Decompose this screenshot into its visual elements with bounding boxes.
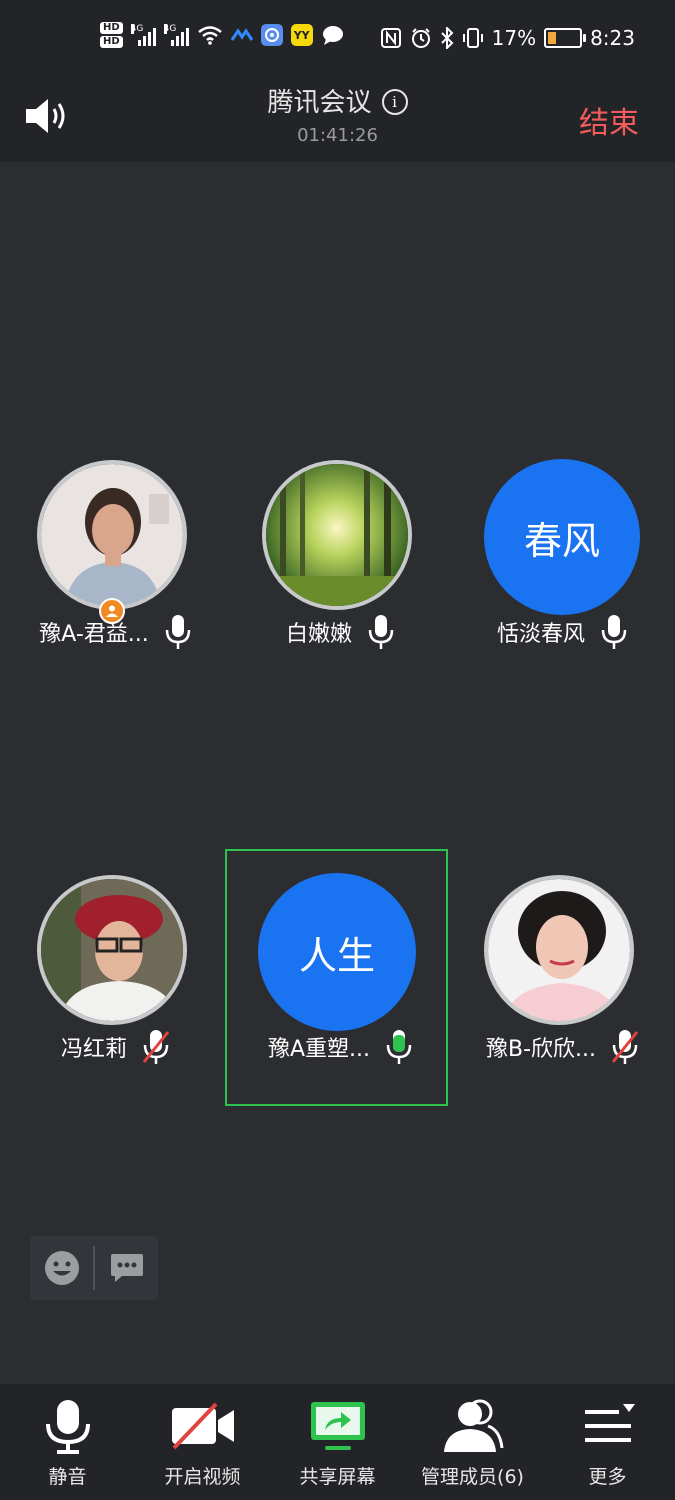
members-icon bbox=[443, 1399, 503, 1452]
participant-tile[interactable]: 人生 豫A重塑... bbox=[240, 859, 440, 1089]
more-button[interactable]: 更多 bbox=[540, 1384, 675, 1500]
meeting-header: 腾讯会议 i 01:41:26 bbox=[0, 82, 675, 146]
mute-label: 静音 bbox=[48, 1466, 87, 1488]
network-type-1: 4G bbox=[130, 24, 144, 34]
wifi-icon bbox=[197, 26, 222, 45]
alarm-icon bbox=[411, 28, 430, 48]
participant-tile[interactable]: 豫A-君益... bbox=[15, 444, 215, 674]
participant-avatar bbox=[484, 875, 634, 1025]
yy-app-icon: YY bbox=[290, 24, 313, 46]
end-meeting-button[interactable]: 结束 bbox=[579, 98, 639, 142]
participant-name: 豫B-欣欣... bbox=[485, 1037, 596, 1062]
participant-tile[interactable]: 白嫩嫩 bbox=[240, 444, 440, 674]
bottom-toolbar: 静音 开启视频 共享屏幕 管理成员(6) 更多 bbox=[0, 1384, 675, 1500]
microphone-icon bbox=[368, 615, 394, 649]
emoji-icon[interactable] bbox=[44, 1250, 80, 1286]
start-video-label: 开启视频 bbox=[164, 1466, 241, 1488]
divider bbox=[93, 1246, 95, 1290]
vibrate-icon bbox=[462, 28, 483, 48]
participant-avatar bbox=[262, 460, 412, 610]
microphone-muted-icon bbox=[143, 1030, 169, 1064]
network-type-2: 4G bbox=[163, 24, 177, 34]
hd1-label: HD bbox=[100, 22, 123, 34]
microphone-icon bbox=[45, 1400, 90, 1454]
share-screen-icon bbox=[310, 1402, 365, 1450]
chat-icon[interactable] bbox=[110, 1252, 144, 1284]
participant-name: 冯红莉 bbox=[60, 1037, 127, 1062]
participant-name: 恬淡春风 bbox=[496, 622, 585, 647]
participant-name: 豫A-君益... bbox=[39, 622, 149, 647]
hd-indicators: HD HD bbox=[100, 22, 123, 48]
microphone-muted-icon bbox=[612, 1030, 638, 1064]
status-bar: HD HD 4G 4G YY 17% 8:23 bbox=[0, 0, 675, 80]
participant-avatar bbox=[37, 460, 187, 610]
bluetooth-icon bbox=[440, 27, 454, 49]
microphone-icon bbox=[165, 615, 190, 649]
more-label: 更多 bbox=[588, 1466, 627, 1488]
participant-name: 豫A重塑... bbox=[267, 1037, 371, 1062]
share-screen-button[interactable]: 共享屏幕 bbox=[270, 1384, 405, 1500]
reaction-chat-bar bbox=[30, 1236, 158, 1300]
participant-name: 白嫩嫩 bbox=[285, 622, 352, 647]
participant-tile[interactable]: 冯红莉 bbox=[15, 859, 215, 1089]
microphone-speaking-icon bbox=[386, 1030, 412, 1064]
more-menu-icon bbox=[584, 1404, 635, 1442]
manage-members-button[interactable]: 管理成员(6) bbox=[405, 1384, 540, 1500]
meeting-title[interactable]: 腾讯会议 bbox=[267, 88, 371, 118]
participant-tile[interactable]: 豫B-欣欣... bbox=[462, 859, 662, 1089]
signal-icon: 4G bbox=[163, 24, 189, 46]
meeting-timer: 01:41:26 bbox=[297, 125, 378, 146]
app-wave-icon bbox=[230, 28, 253, 41]
participant-tile[interactable]: 春风 恬淡春风 bbox=[462, 444, 662, 674]
nfc-icon bbox=[380, 28, 401, 48]
battery-icon bbox=[544, 28, 587, 48]
music-app-icon bbox=[260, 24, 283, 46]
manage-members-label: 管理成员(6) bbox=[421, 1466, 524, 1488]
hd2-label: HD bbox=[100, 36, 123, 48]
share-screen-label: 共享屏幕 bbox=[299, 1466, 376, 1488]
participant-avatar: 人生 bbox=[258, 873, 416, 1031]
signal-icon: 4G bbox=[130, 24, 156, 46]
participant-avatar: 春风 bbox=[484, 459, 640, 615]
top-bar: HD HD 4G 4G YY 17% 8:23 腾讯会议 i 01:41:26 … bbox=[0, 0, 675, 162]
video-off-icon bbox=[171, 1402, 234, 1450]
mute-button[interactable]: 静音 bbox=[0, 1384, 135, 1500]
participant-avatar bbox=[37, 875, 187, 1025]
chat-bubble-icon bbox=[322, 26, 343, 45]
microphone-icon bbox=[601, 615, 627, 649]
info-icon[interactable]: i bbox=[381, 89, 408, 115]
clock: 8:23 bbox=[590, 26, 635, 50]
battery-percent: 17% bbox=[491, 26, 537, 50]
start-video-button[interactable]: 开启视频 bbox=[135, 1384, 270, 1500]
